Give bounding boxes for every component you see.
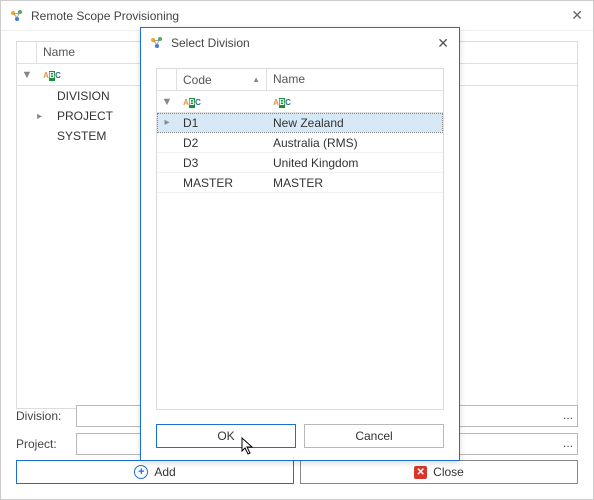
cell-code: D1 [177, 116, 267, 130]
main-title: Remote Scope Provisioning [31, 9, 179, 23]
cell-name: United Kingdom [267, 156, 443, 170]
modal-filter-row[interactable]: ▼ ABC ABC [157, 91, 443, 113]
cancel-button[interactable]: Cancel [304, 424, 444, 448]
text-filter-icon[interactable]: ABC [183, 97, 201, 109]
row-label: DIVISION [53, 89, 110, 103]
modal-titlebar: Select Division ✕ [141, 28, 459, 58]
plus-icon: + [134, 465, 148, 479]
modal-title: Select Division [171, 36, 250, 50]
modal-grid: Code▲ Name ▼ ABC ABC ▸D1New ZealandD2Aus… [156, 68, 444, 410]
main-close-button[interactable]: ✕ [571, 7, 583, 24]
add-button[interactable]: + Add [16, 460, 294, 484]
app-icon [9, 8, 25, 24]
modal-grid-header: Code▲ Name [157, 69, 443, 91]
filter-icon[interactable]: ▼ [22, 69, 33, 81]
project-label: Project: [16, 437, 76, 451]
cell-name: MASTER [267, 176, 443, 190]
close-icon: ✕ [414, 466, 427, 479]
filter-icon[interactable]: ▼ [162, 96, 173, 108]
division-browse-button[interactable]: ... [563, 408, 573, 422]
text-filter-icon[interactable]: ABC [273, 97, 291, 109]
cell-name: New Zealand [267, 116, 443, 130]
close-label: Close [433, 465, 464, 479]
cell-code: MASTER [177, 176, 267, 190]
table-row[interactable]: D3United Kingdom [157, 153, 443, 173]
expand-icon[interactable]: ▸ [157, 117, 177, 128]
text-filter-icon[interactable]: ABC [43, 70, 61, 82]
project-browse-button[interactable]: ... [563, 436, 573, 450]
table-row[interactable]: D2Australia (RMS) [157, 133, 443, 153]
expand-icon[interactable]: ▸ [37, 111, 53, 122]
table-row[interactable]: ▸D1New Zealand [157, 113, 443, 133]
modal-close-button[interactable]: ✕ [437, 35, 449, 52]
ok-button[interactable]: OK [156, 424, 296, 448]
cell-code: D2 [177, 136, 267, 150]
column-name[interactable]: Name [267, 69, 443, 90]
sort-asc-icon: ▲ [252, 75, 260, 84]
close-button[interactable]: ✕ Close [300, 460, 578, 484]
row-label: PROJECT [53, 109, 113, 123]
row-label: SYSTEM [53, 129, 106, 143]
modal-rows: ▸D1New ZealandD2Australia (RMS)D3United … [157, 113, 443, 193]
cell-code: D3 [177, 156, 267, 170]
select-division-dialog: Select Division ✕ Code▲ Name ▼ ABC ABC ▸… [140, 27, 460, 461]
cell-name: Australia (RMS) [267, 136, 443, 150]
division-label: Division: [16, 409, 76, 423]
table-row[interactable]: MASTERMASTER [157, 173, 443, 193]
add-label: Add [154, 465, 175, 479]
column-code[interactable]: Code▲ [177, 69, 267, 90]
app-icon [149, 35, 165, 51]
